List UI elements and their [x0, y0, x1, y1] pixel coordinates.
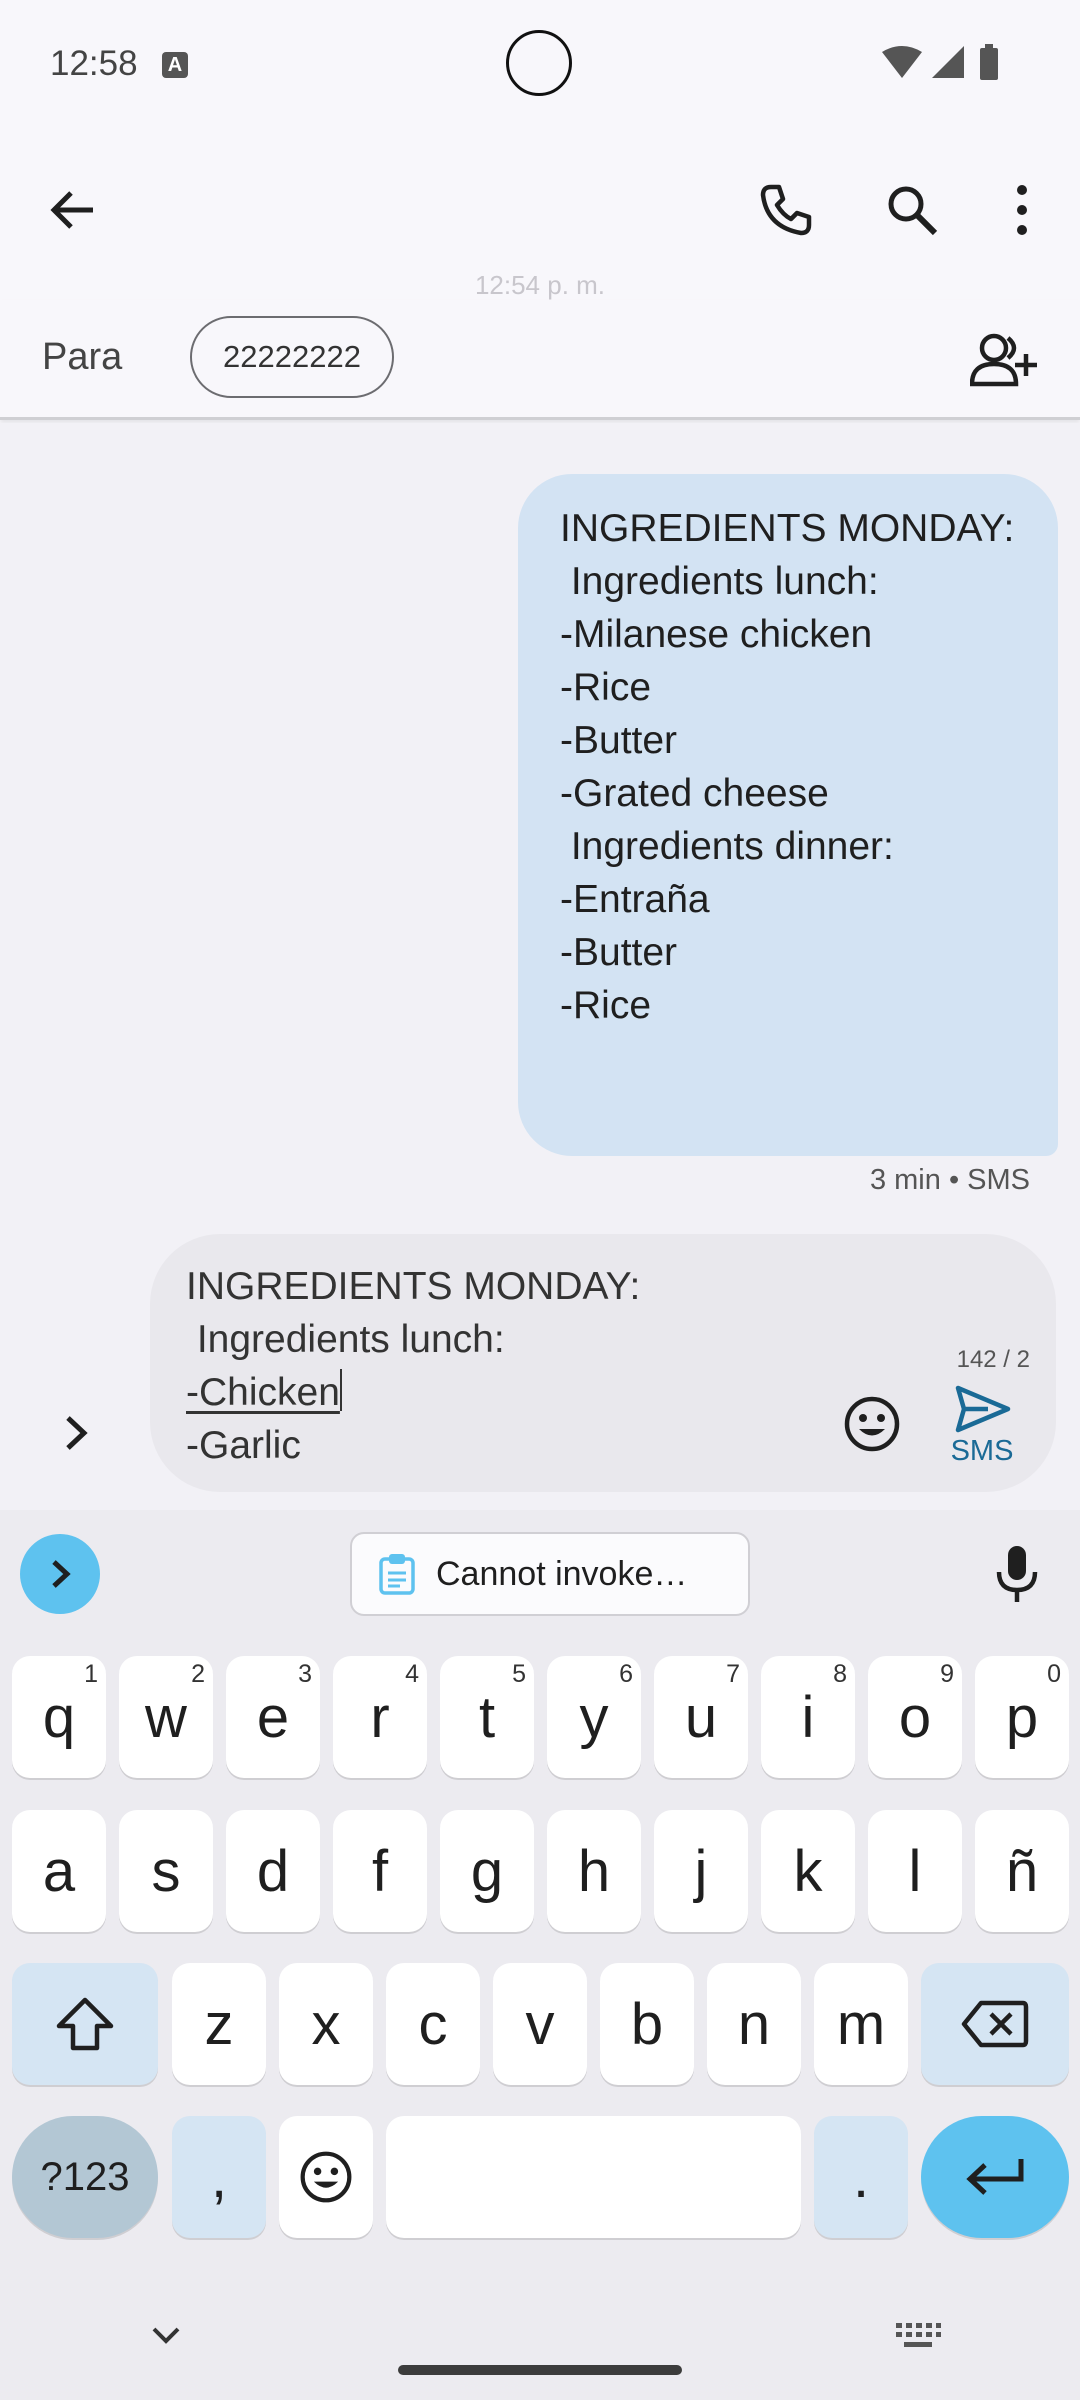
key-g[interactable]: g [440, 1810, 534, 1932]
enter-key[interactable] [921, 2116, 1069, 2238]
key-r[interactable]: r4 [333, 1656, 427, 1778]
text-cursor [339, 1369, 342, 1411]
battery-icon [980, 44, 998, 80]
space-key[interactable] [386, 2116, 801, 2238]
emoji-key[interactable] [279, 2116, 373, 2238]
hide-keyboard-icon[interactable] [146, 2321, 186, 2351]
key-n-tilde[interactable]: ñ [975, 1810, 1069, 1932]
send-icon [955, 1385, 1011, 1433]
key-q[interactable]: q1 [12, 1656, 106, 1778]
keyboard-toolbar: Cannot invoke… [0, 1510, 1080, 1640]
key-h[interactable]: h [547, 1810, 641, 1932]
navigation-bar [0, 2285, 1080, 2400]
key-u[interactable]: u7 [654, 1656, 748, 1778]
key-l[interactable]: l [868, 1810, 962, 1932]
key-k[interactable]: k [761, 1810, 855, 1932]
message-line: INGREDIENTS MONDAY: [560, 507, 1015, 550]
message-line: -Rice [560, 666, 652, 709]
compose-line: -Garlic [186, 1424, 301, 1467]
key-n[interactable]: n [707, 1963, 801, 2085]
status-time: 12:58 [50, 44, 138, 83]
key-d[interactable]: d [226, 1810, 320, 1932]
keyboard-switch-icon[interactable] [894, 2321, 942, 2351]
emoji-icon [300, 2151, 352, 2203]
key-m[interactable]: m [814, 1963, 908, 2085]
key-a[interactable]: a [12, 1810, 106, 1932]
microphone-icon[interactable] [992, 1544, 1042, 1604]
compose-line: Ingredients lunch: [186, 1318, 505, 1361]
key-y[interactable]: y6 [547, 1656, 641, 1778]
key-z[interactable]: z [172, 1963, 266, 2085]
message-meta: 3 min • SMS [869, 1164, 1030, 1196]
period-key[interactable]: . [814, 2116, 908, 2238]
back-arrow-icon[interactable] [42, 180, 102, 240]
key-x[interactable]: x [279, 1963, 373, 2085]
compose-text[interactable]: INGREDIENTS MONDAY: Ingredients lunch: -… [186, 1260, 640, 1472]
more-options-icon[interactable] [992, 180, 1052, 240]
message-line: -Rice [560, 984, 652, 1027]
enter-icon [966, 2159, 1024, 2195]
shift-icon [56, 1997, 114, 2051]
message-line: -Entraña [560, 878, 710, 921]
shift-key[interactable] [12, 1963, 158, 2085]
key-o[interactable]: o9 [868, 1656, 962, 1778]
key-p[interactable]: p0 [975, 1656, 1069, 1778]
status-bar: 12:58 A [0, 0, 1080, 130]
key-s[interactable]: s [119, 1810, 213, 1932]
composing-word: -Chicken [186, 1371, 340, 1414]
character-counter: 142 / 2 [956, 1346, 1030, 1373]
clipboard-text: Cannot invoke… [436, 1554, 688, 1593]
search-icon[interactable] [882, 180, 942, 240]
key-t[interactable]: t5 [440, 1656, 534, 1778]
conversation-timestamp: 12:54 p. m. [474, 270, 606, 300]
message-line: -Milanese chicken [560, 613, 873, 656]
key-b[interactable]: b [600, 1963, 694, 2085]
message-line: Ingredients lunch: [560, 560, 879, 603]
backspace-key[interactable] [921, 1963, 1069, 2085]
keyboard-menu-chevron-icon[interactable] [20, 1534, 100, 1614]
key-c[interactable]: c [386, 1963, 480, 2085]
emoji-icon[interactable] [842, 1394, 902, 1454]
status-icons [880, 44, 1010, 89]
key-f[interactable]: f [333, 1810, 427, 1932]
expand-attachments-icon[interactable] [50, 1408, 100, 1458]
signal-icon [932, 46, 964, 78]
keyboard: Cannot invoke… q1 w2 e3 r4 t5 y6 u7 i8 o… [0, 1510, 1080, 2400]
compose-line: INGREDIENTS MONDAY: [186, 1265, 641, 1308]
comma-key[interactable]: , [172, 2116, 266, 2238]
key-j[interactable]: j [654, 1810, 748, 1932]
key-e[interactable]: e3 [226, 1656, 320, 1778]
wifi-icon [882, 46, 922, 78]
clipboard-suggestion-chip[interactable]: Cannot invoke… [350, 1532, 750, 1616]
key-w[interactable]: w2 [119, 1656, 213, 1778]
recipient-row: Para 22222222 [0, 300, 1080, 420]
clipboard-icon [379, 1554, 415, 1595]
keyboard-notification-icon: A [162, 52, 188, 78]
sent-message-bubble[interactable]: INGREDIENTS MONDAY: Ingredients lunch: -… [518, 474, 1058, 1156]
message-line: -Grated cheese [560, 772, 829, 815]
backspace-icon [961, 2000, 1029, 2048]
message-compose-field[interactable]: INGREDIENTS MONDAY: Ingredients lunch: -… [150, 1234, 1056, 1492]
key-v[interactable]: v [493, 1963, 587, 2085]
key-i[interactable]: i8 [761, 1656, 855, 1778]
app-bar [0, 150, 1080, 270]
message-line: -Butter [560, 719, 678, 762]
home-indicator[interactable] [398, 2365, 682, 2375]
phone-icon[interactable] [756, 180, 816, 240]
compose-line-current: -Chicken [186, 1366, 640, 1419]
camera-cutout [506, 30, 572, 96]
to-label: Para [42, 336, 123, 378]
add-contact-icon[interactable] [969, 330, 1038, 390]
symbols-key[interactable]: ?123 [12, 2116, 158, 2238]
send-label: SMS [950, 1435, 1014, 1467]
message-line: Ingredients dinner: [560, 825, 894, 868]
message-line: -Butter [560, 931, 678, 974]
recipient-chip[interactable]: 22222222 [190, 316, 394, 398]
send-sms-button[interactable]: SMS [942, 1384, 1022, 1474]
